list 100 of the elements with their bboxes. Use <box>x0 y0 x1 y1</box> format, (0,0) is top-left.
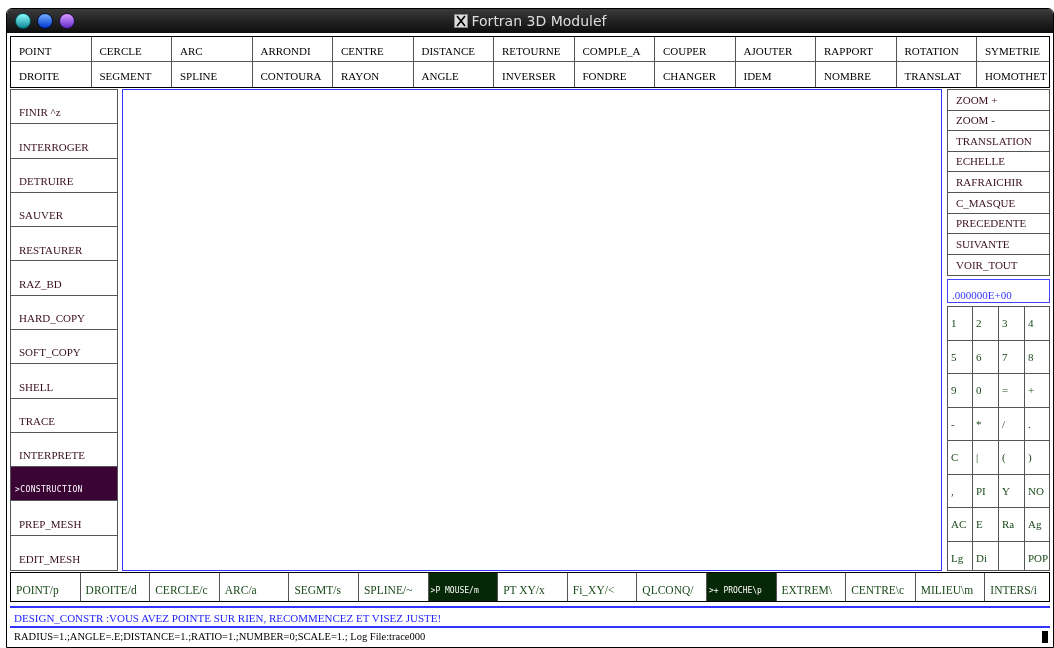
menu-button[interactable]: HOMOTHET <box>977 62 1049 87</box>
menu-button[interactable]: COMPLE_A <box>574 37 655 61</box>
keypad-key[interactable]: 0 <box>973 374 999 408</box>
keypad-key[interactable]: 6 <box>973 340 999 375</box>
menu-button[interactable]: CENTRE <box>333 37 414 61</box>
sidebar-item[interactable]: SAUVER <box>11 192 117 228</box>
view-button[interactable]: TRANSLATION <box>948 131 1049 152</box>
view-button[interactable]: ECHELLE <box>948 151 1049 173</box>
sidebar-item[interactable]: TRACE <box>11 398 117 433</box>
menu-button[interactable]: RETOURNE <box>494 37 575 61</box>
view-button[interactable]: ZOOM + <box>948 90 1049 111</box>
keypad-key[interactable]: C <box>948 441 973 475</box>
view-button[interactable]: PRECEDENTE <box>948 213 1049 235</box>
menu-button[interactable]: NOMBRE <box>816 62 897 87</box>
sidebar-item[interactable]: RAZ_BD <box>11 261 117 296</box>
keypad-key[interactable]: , <box>948 474 973 509</box>
menu-button[interactable]: ARRONDI <box>252 37 333 61</box>
keypad-key[interactable]: PI <box>973 474 999 509</box>
menu-button[interactable]: FONDRE <box>574 62 655 87</box>
menu-button[interactable]: INVERSER <box>494 62 575 87</box>
mode-button[interactable]: ARC/a <box>219 573 290 601</box>
menu-button[interactable]: CONTOURA <box>252 62 333 87</box>
view-button[interactable]: C_MASQUE <box>948 192 1049 214</box>
keypad-key[interactable]: Lg <box>948 541 973 570</box>
menu-button[interactable]: CERCLE <box>91 37 172 61</box>
keypad-key[interactable]: | <box>973 441 999 475</box>
sidebar-item[interactable]: FINIR ^z <box>11 90 117 125</box>
menu-button[interactable]: COUPER <box>655 37 736 61</box>
view-button[interactable]: RAFRAICHIR <box>948 172 1049 193</box>
menu-button[interactable]: DISTANCE <box>413 37 494 61</box>
menu-button[interactable]: SYMETRIE <box>977 37 1049 61</box>
keypad-key[interactable]: Di <box>973 541 999 570</box>
mode-button[interactable]: Fi_XY/< <box>567 573 638 601</box>
menu-button[interactable]: DROITE <box>11 62 92 87</box>
sidebar-item[interactable]: PREP_MESH <box>11 501 117 536</box>
sidebar-item[interactable]: SHELL <box>11 364 117 399</box>
mode-button[interactable]: CENTRE\c <box>846 573 916 601</box>
sidebar-item[interactable]: HARD_COPY <box>11 295 117 330</box>
keypad-key[interactable]: - <box>948 407 973 442</box>
keypad-key[interactable]: AC <box>948 508 973 542</box>
menu-button[interactable]: CHANGER <box>655 62 736 87</box>
sidebar-item[interactable]: SOFT_COPY <box>11 329 117 365</box>
menu-button[interactable]: SEGMENT <box>91 62 172 87</box>
mode-button[interactable]: >P MOUSE/m <box>428 573 499 601</box>
mode-button[interactable]: DROITE/d <box>80 573 151 601</box>
menu-button[interactable]: ROTATION <box>896 37 977 61</box>
mode-button[interactable]: SEGMT/s <box>289 573 359 601</box>
view-button[interactable]: ZOOM - <box>948 110 1049 132</box>
menu-button[interactable]: ANGLE <box>413 62 494 87</box>
keypad-key[interactable]: Y <box>999 474 1025 509</box>
keypad-key[interactable]: * <box>973 407 999 442</box>
keypad-key[interactable]: Ag <box>1025 508 1049 542</box>
keypad-key[interactable]: 3 <box>999 307 1025 341</box>
mode-button[interactable]: INTERS/i <box>985 573 1049 601</box>
keypad-key[interactable]: E <box>973 508 999 542</box>
keypad-key[interactable]: 2 <box>973 307 999 341</box>
keypad-key[interactable]: POP <box>1025 541 1049 570</box>
mode-button[interactable]: POINT/p <box>11 573 81 601</box>
status-text: RADIUS=1.;ANGLE=.E;DISTANCE=1.;RATIO=1.;NUMBER=0;SCALE=1.; Log File:trace000 <box>13 630 427 645</box>
keypad-key[interactable]: 8 <box>1025 340 1049 375</box>
mode-button[interactable]: >+ PROCHE\p <box>706 573 777 601</box>
menu-button[interactable]: IDEM <box>735 62 816 87</box>
menu-button[interactable]: TRANSLAT <box>896 62 977 87</box>
menu-button[interactable]: POINT <box>11 37 92 61</box>
keypad-key[interactable]: 7 <box>999 340 1025 375</box>
mode-button[interactable]: SPLINE/~ <box>358 573 429 601</box>
keypad-key[interactable]: 5 <box>948 340 973 375</box>
keypad-key[interactable]: + <box>1025 374 1049 408</box>
menu-button[interactable]: RAPPORT <box>816 37 897 61</box>
keypad-key[interactable]: 9 <box>948 374 973 408</box>
zoom-button[interactable] <box>59 13 75 29</box>
sidebar-item[interactable]: RESTAURER <box>11 227 117 262</box>
keypad-key[interactable]: NO <box>1025 474 1049 509</box>
mode-button[interactable]: MILIEU\m <box>915 573 986 601</box>
sidebar-item[interactable]: DETRUIRE <box>11 158 117 193</box>
view-button[interactable]: SUIVANTE <box>948 234 1049 255</box>
sidebar-item[interactable]: EDIT_MESH <box>11 535 117 570</box>
mode-button[interactable]: QLCONQ/ <box>637 573 707 601</box>
keypad-key[interactable]: ) <box>1025 441 1049 475</box>
value-field[interactable]: .000000E+00 <box>947 279 1050 304</box>
menu-button[interactable]: ARC <box>172 37 253 61</box>
keypad-key[interactable]: = <box>999 374 1025 408</box>
menu-button[interactable]: SPLINE <box>172 62 253 87</box>
mode-button[interactable]: PT XY/x <box>498 573 568 601</box>
keypad-key[interactable]: 4 <box>1025 307 1049 341</box>
keypad-key[interactable]: / <box>999 407 1025 442</box>
mode-button[interactable]: CERCLE/c <box>150 573 220 601</box>
keypad-key[interactable]: Ra <box>999 508 1025 542</box>
view-button[interactable]: VOIR_TOUT <box>948 254 1049 276</box>
x-logo-icon <box>453 14 468 28</box>
mode-button[interactable]: EXTREM\ <box>776 573 847 601</box>
sidebar-item[interactable]: >CONSTRUCTION <box>11 467 117 502</box>
keypad-key[interactable]: ( <box>999 441 1025 475</box>
close-button[interactable] <box>15 13 31 29</box>
menu-button[interactable]: AJOUTER <box>735 37 816 61</box>
sidebar-item[interactable]: INTERROGER <box>11 124 117 159</box>
keypad-key[interactable]: 1 <box>948 307 973 341</box>
menu-button[interactable]: RAYON <box>333 62 414 87</box>
keypad-key[interactable]: . <box>1025 407 1049 442</box>
minimize-button[interactable] <box>37 13 53 29</box>
